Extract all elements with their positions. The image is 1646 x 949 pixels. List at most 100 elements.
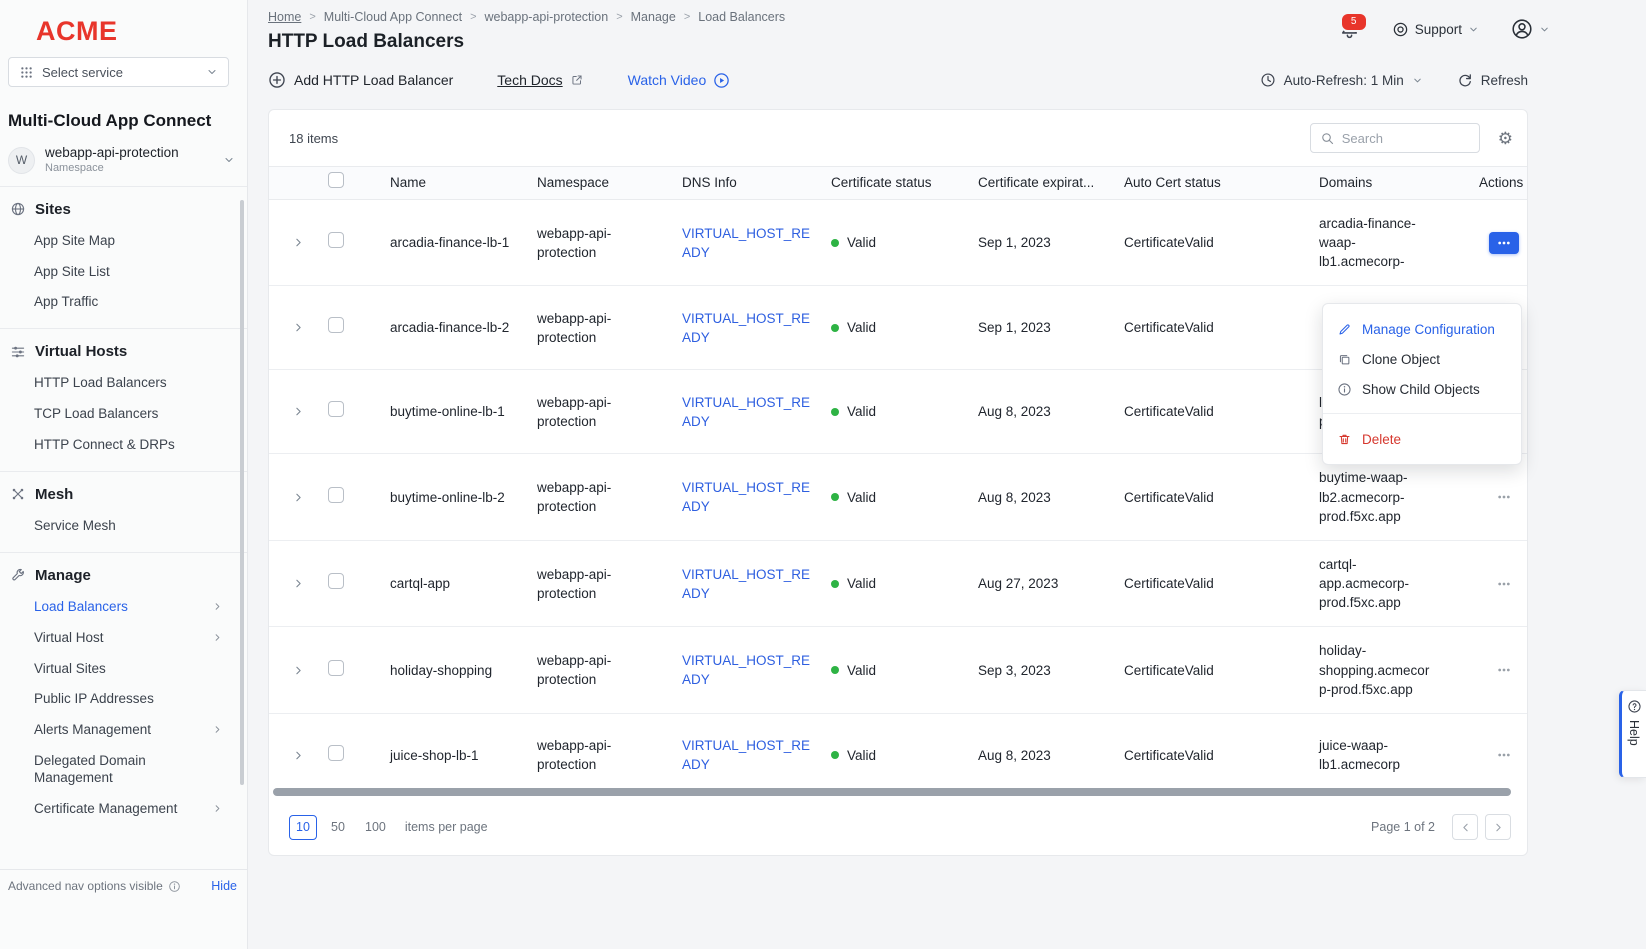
tech-docs-link[interactable]: Tech Docs <box>497 72 583 88</box>
row-checkbox[interactable] <box>328 401 344 417</box>
row-checkbox[interactable] <box>328 573 344 589</box>
row-actions-button[interactable] <box>1489 232 1519 254</box>
row-checkbox[interactable] <box>328 317 344 333</box>
row-expand-chevron[interactable] <box>269 749 328 762</box>
row-checkbox[interactable] <box>328 660 344 676</box>
certificate-status: Valid <box>847 488 876 507</box>
sidebar-item-label: Alerts Management <box>34 722 151 737</box>
sidebar-item-app-traffic[interactable]: App Traffic <box>0 287 247 318</box>
watch-video-link[interactable]: Watch Video <box>628 72 731 89</box>
row-expand-chevron[interactable] <box>269 577 328 590</box>
account-menu[interactable] <box>1511 18 1550 40</box>
namespace-name: webapp-api-protection <box>45 145 179 162</box>
sidebar-item-app-site-map[interactable]: App Site Map <box>0 226 247 257</box>
add-load-balancer-button[interactable]: Add HTTP Load Balancer <box>268 71 453 89</box>
sidebar-item-load-balancers[interactable]: Load Balancers <box>0 592 247 623</box>
namespace-picker[interactable]: W webapp-api-protection Namespace <box>8 145 235 176</box>
sidebar-item-virtual-sites[interactable]: Virtual Sites <box>0 654 247 685</box>
breadcrumb-home[interactable]: Home <box>268 10 301 24</box>
domains: holiday-shopping.acmecorp-prod.f5xc.app <box>1319 641 1479 698</box>
sidebar-item-tcp-load-balancers[interactable]: TCP Load Balancers <box>0 399 247 430</box>
row-expand-chevron[interactable] <box>269 491 328 504</box>
auto-refresh-control[interactable]: Auto-Refresh: 1 Min <box>1260 72 1423 88</box>
chevron-down-icon <box>223 154 235 166</box>
auto-cert-status: CertificateValid <box>1124 318 1319 337</box>
dns-info-link[interactable]: VIRTUAL_HOST_READY <box>682 226 810 260</box>
info-icon[interactable] <box>168 880 181 893</box>
menu-item-delete[interactable]: Delete <box>1323 424 1521 454</box>
refresh-button[interactable]: Refresh <box>1457 72 1528 88</box>
page-size-10-button[interactable]: 10 <box>289 815 317 840</box>
row-actions-button[interactable] <box>1489 486 1519 508</box>
section-title: Sites <box>35 201 71 218</box>
chevron-right-icon <box>212 632 223 643</box>
menu-item-show-child-objects[interactable]: Show Child Objects <box>1323 374 1521 404</box>
dns-info-link[interactable]: VIRTUAL_HOST_READY <box>682 395 810 429</box>
sidebar-item-alerts-management[interactable]: Alerts Management <box>0 715 247 746</box>
notifications-button[interactable]: 5 <box>1339 19 1360 40</box>
page-size-100-button[interactable]: 100 <box>359 815 392 840</box>
row-actions-button[interactable] <box>1489 744 1519 766</box>
sidebar-item-label: App Site List <box>34 264 110 279</box>
sidebar-item-virtual-host[interactable]: Virtual Host <box>0 623 247 654</box>
row-expand-chevron[interactable] <box>269 405 328 418</box>
status-dot <box>831 239 839 247</box>
namespace-sublabel: Namespace <box>45 162 179 176</box>
breadcrumb-separator: > <box>616 11 622 23</box>
sidebar-item-label: Public IP Addresses <box>34 691 154 706</box>
lb-namespace: webapp-api-protection <box>537 651 682 689</box>
sidebar-scrollbar[interactable] <box>240 200 244 785</box>
breadcrumb-manage[interactable]: Manage <box>631 10 676 24</box>
help-icon <box>1627 699 1642 714</box>
lb-namespace: webapp-api-protection <box>537 309 682 347</box>
status-dot <box>831 493 839 501</box>
table-settings-gear-icon[interactable]: ⚙ <box>1498 130 1513 147</box>
certificate-expiration: Sep 1, 2023 <box>978 233 1124 252</box>
row-checkbox[interactable] <box>328 745 344 761</box>
tech-docs-label: Tech Docs <box>497 72 562 88</box>
breadcrumb-load-balancers[interactable]: Load Balancers <box>698 10 785 24</box>
dns-info-link[interactable]: VIRTUAL_HOST_READY <box>682 567 810 601</box>
row-expand-chevron[interactable] <box>269 664 328 677</box>
breadcrumb-namespace[interactable]: webapp-api-protection <box>485 10 609 24</box>
sidebar-item-http-load-balancers[interactable]: HTTP Load Balancers <box>0 368 247 399</box>
sidebar-item-http-connect-drps[interactable]: HTTP Connect & DRPs <box>0 430 247 461</box>
dns-info-link[interactable]: VIRTUAL_HOST_READY <box>682 738 810 772</box>
page-status: Page 1 of 2 <box>1371 820 1435 834</box>
row-actions-button[interactable] <box>1489 659 1519 681</box>
mesh-icon <box>10 486 26 502</box>
dns-info-link[interactable]: VIRTUAL_HOST_READY <box>682 653 810 687</box>
hide-link[interactable]: Hide <box>211 879 237 893</box>
next-page-button[interactable] <box>1485 814 1511 840</box>
certificate-status: Valid <box>847 574 876 593</box>
row-expand-chevron[interactable] <box>269 321 328 334</box>
sidebar-item-delegated-domain-management[interactable]: Delegated Domain Management <box>0 746 247 794</box>
sidebar-item-public-ip-addresses[interactable]: Public IP Addresses <box>0 684 247 715</box>
select-all-checkbox[interactable] <box>328 172 344 188</box>
menu-item-manage-configuration[interactable]: Manage Configuration <box>1323 314 1521 344</box>
ellipsis-icon <box>1496 235 1512 251</box>
dns-info-link[interactable]: VIRTUAL_HOST_READY <box>682 480 810 514</box>
dns-info-link[interactable]: VIRTUAL_HOST_READY <box>682 311 810 345</box>
row-actions-button[interactable] <box>1489 573 1519 595</box>
support-menu[interactable]: Support <box>1392 21 1479 38</box>
service-selector[interactable]: Select service <box>8 57 229 87</box>
prev-page-button[interactable] <box>1452 814 1478 840</box>
row-checkbox[interactable] <box>328 487 344 503</box>
search-input[interactable] <box>1342 131 1462 146</box>
menu-item-clone-object[interactable]: Clone Object <box>1323 344 1521 374</box>
page-size-50-button[interactable]: 50 <box>324 815 352 840</box>
horizontal-scrollbar-thumb[interactable] <box>273 788 1511 796</box>
row-checkbox[interactable] <box>328 232 344 248</box>
sidebar-item-certificate-management[interactable]: Certificate Management <box>0 794 247 825</box>
acme-logo: ACME <box>36 16 247 47</box>
sidebar-item-label: Service Mesh <box>34 518 116 533</box>
column-header-certificate-status: Certificate status <box>831 173 978 192</box>
breadcrumb-multi-cloud-app-connect[interactable]: Multi-Cloud App Connect <box>324 10 462 24</box>
horizontal-scrollbar[interactable] <box>269 785 1527 799</box>
row-expand-chevron[interactable] <box>269 236 328 249</box>
sidebar-item-app-site-list[interactable]: App Site List <box>0 257 247 288</box>
sidebar-item-service-mesh[interactable]: Service Mesh <box>0 511 247 542</box>
help-tab[interactable]: Help <box>1619 690 1646 778</box>
toolbar: Add HTTP Load Balancer Tech Docs Watch V… <box>268 71 1528 89</box>
